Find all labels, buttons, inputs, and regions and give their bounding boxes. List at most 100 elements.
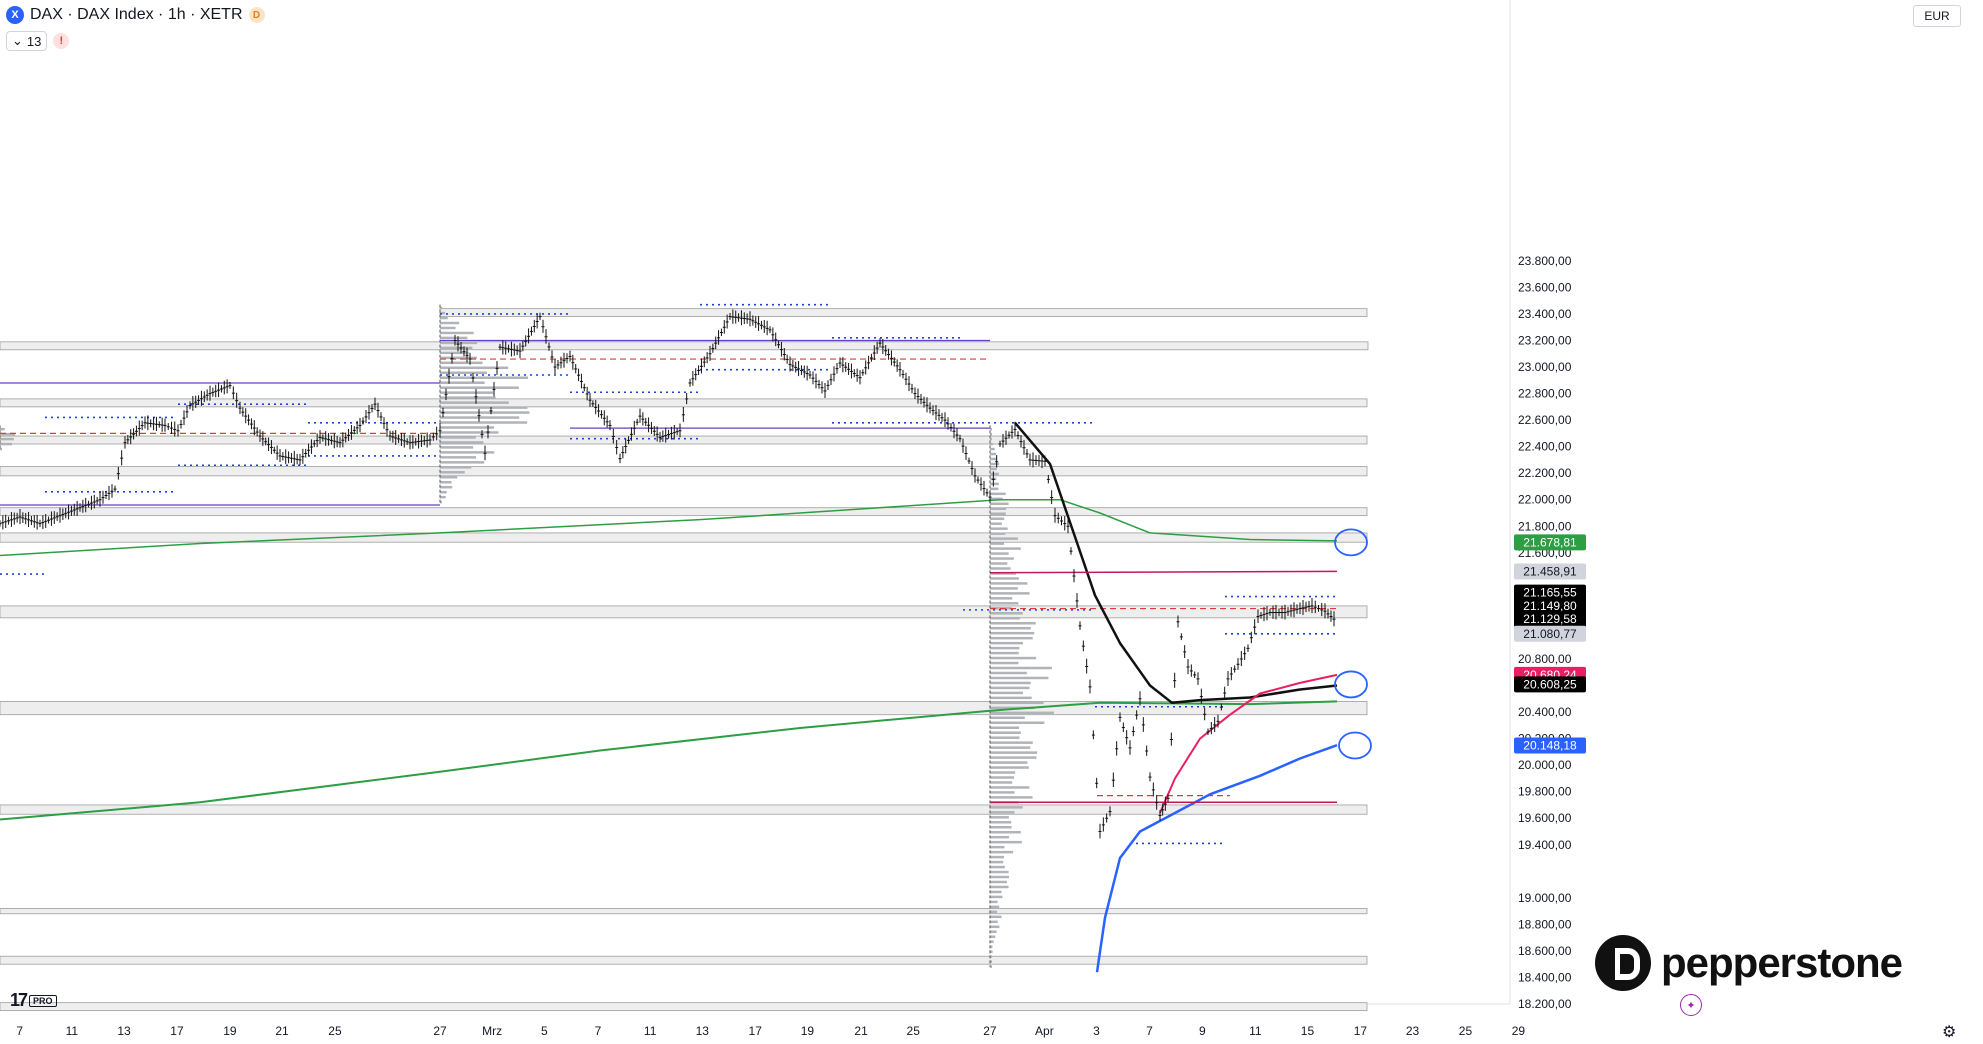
volume-profile-2-bar	[990, 636, 1033, 640]
volume-profile-2-bar	[990, 447, 995, 451]
volume-profile-2-bar	[990, 696, 1032, 700]
volume-profile-1-bar	[440, 446, 474, 449]
x-tick-label: 5	[541, 1024, 548, 1038]
volume-profile-2-bar	[990, 651, 1019, 655]
warning-icon[interactable]: !	[53, 33, 70, 49]
tradingview-logo[interactable]: 17 PRO	[10, 990, 57, 1011]
volume-profile-2-bar	[990, 507, 1007, 511]
pepperstone-watermark: pepperstone	[1595, 935, 1903, 991]
volume-profile-1-bar	[440, 461, 485, 464]
volume-profile-1-bar	[440, 361, 483, 365]
volume-profile-1-bar	[440, 326, 456, 330]
x-tick-label: 21	[854, 1024, 868, 1038]
gear-icon[interactable]: ⚙	[1942, 1022, 1956, 1042]
volume-profile-2-bar	[990, 816, 1009, 819]
volume-profile-2-bar	[990, 756, 1037, 759]
y-tick-label: 18.400,00	[1518, 970, 1572, 984]
price-label-3: 21.149,80	[1523, 599, 1577, 613]
delayed-badge[interactable]: D	[248, 7, 265, 23]
x-tick-label: 23	[1406, 1024, 1420, 1038]
indicators-toggle[interactable]: ⌄ 13	[6, 31, 48, 51]
volume-profile-2-bar	[990, 895, 1003, 899]
x-tick-label: Apr	[1035, 1024, 1054, 1038]
volume-profile-2-bar	[990, 940, 994, 943]
volume-profile-1-bar	[440, 371, 487, 375]
volume-profile-1-bar	[440, 376, 529, 379]
volume-profile-2-bar	[990, 806, 1023, 809]
volume-profile-1-bar	[440, 471, 465, 474]
price-chart[interactable]: 23.800,00 23.600,00 23.400,00 23.200,00 23.0…	[0, 0, 1983, 1044]
volume-profile-1-bar	[440, 316, 448, 320]
volume-profile-2-bar	[990, 741, 1033, 744]
volume-profile-2-bar	[990, 656, 1037, 660]
volume-profile-0-bar	[0, 427, 5, 431]
chevron-down-icon: ⌄	[12, 33, 23, 48]
sr-zone-11	[0, 955, 1368, 965]
volume-profile-1-bar	[440, 480, 452, 484]
y-tick-label: 23.400,00	[1518, 307, 1572, 321]
volume-profile-2-bar	[990, 791, 1015, 794]
volume-profile-2-bar	[990, 612, 1023, 615]
pepperstone-name: pepperstone	[1661, 939, 1903, 986]
volume-profile-2-bar	[990, 835, 1009, 839]
x-tick-label: 21	[275, 1024, 289, 1038]
volume-profile-2-bar	[990, 452, 997, 456]
volume-profile-0-bar	[0, 437, 14, 441]
volume-profile-2-bar	[990, 547, 1021, 550]
x-tick-label: 27	[983, 1024, 997, 1038]
volume-profile-2-bar	[990, 821, 1012, 824]
y-tick-label: 22.800,00	[1518, 387, 1572, 401]
tv-logo-mark: 17	[10, 990, 28, 1010]
volume-profile-2-bar	[990, 512, 1006, 516]
volume-profile-1-bar	[440, 421, 528, 424]
x-tick-label: 27	[433, 1024, 447, 1038]
pepperstone-logo-icon	[1595, 935, 1651, 991]
x-tick-label: 25	[907, 1024, 921, 1038]
volume-profile-2-bar	[990, 711, 1054, 715]
sr-zone-1	[0, 341, 1369, 351]
volume-profile-2-bar	[990, 631, 1035, 635]
volume-profile-1-bar	[440, 396, 496, 399]
x-tick-label: 25	[1459, 1024, 1473, 1038]
volume-profile-2-bar	[990, 472, 999, 476]
volume-profile-2-bar	[990, 482, 999, 486]
exchange-icon[interactable]: X	[6, 6, 24, 24]
volume-profile-2-bar	[990, 905, 1000, 909]
volume-profile-1-bar	[440, 495, 446, 499]
y-tick-label: 20.400,00	[1518, 705, 1572, 719]
x-tick-label: 7	[16, 1024, 23, 1038]
price-label-2: 21.165,55	[1523, 586, 1577, 600]
x-tick-label: 13	[117, 1024, 131, 1038]
volume-profile-2-bar	[990, 621, 1036, 625]
volume-profile-1-bar	[440, 456, 477, 459]
x-tick-label: 19	[223, 1024, 237, 1038]
currency-selector[interactable]: EUR	[1913, 5, 1961, 27]
x-tick-label: Mrz	[482, 1024, 502, 1038]
volume-profile-2-bar	[990, 602, 1019, 605]
y-tick-label: 22.600,00	[1518, 413, 1572, 427]
volume-profile-2-bar	[990, 726, 1020, 729]
indicator-count: 13	[26, 33, 42, 49]
x-tick-label: 17	[170, 1024, 184, 1038]
volume-profile-2-bar	[990, 587, 1018, 590]
x-tick-label: 25	[328, 1024, 342, 1038]
y-tick-label: 19.400,00	[1518, 838, 1572, 852]
volume-profile-2-bar	[990, 875, 1010, 879]
volume-profile-2-bar	[990, 661, 1019, 665]
sr-zone-2	[0, 398, 1368, 408]
y-tick-label: 21.800,00	[1518, 519, 1572, 533]
volume-profile-2-bar	[990, 562, 1008, 565]
volume-profile-2-bar	[990, 716, 1025, 720]
chart-title[interactable]: DAX · DAX Index · 1h · XETR	[30, 6, 243, 24]
sr-zone-3	[0, 435, 1368, 445]
volume-profile-1-bar	[440, 490, 447, 494]
sr-zone-0	[439, 308, 1368, 318]
x-tick-label: 19	[801, 1024, 815, 1038]
sparkle-icon[interactable]: ✦	[1680, 994, 1702, 1016]
sr-zone-10	[0, 908, 1368, 915]
volume-profile-2-bar	[990, 577, 1019, 580]
volume-profile-2-bar	[990, 751, 1038, 754]
volume-profile-2-bar	[990, 885, 1009, 889]
volume-profile-1-bar	[440, 436, 476, 439]
volume-profile-1-bar	[440, 476, 458, 479]
